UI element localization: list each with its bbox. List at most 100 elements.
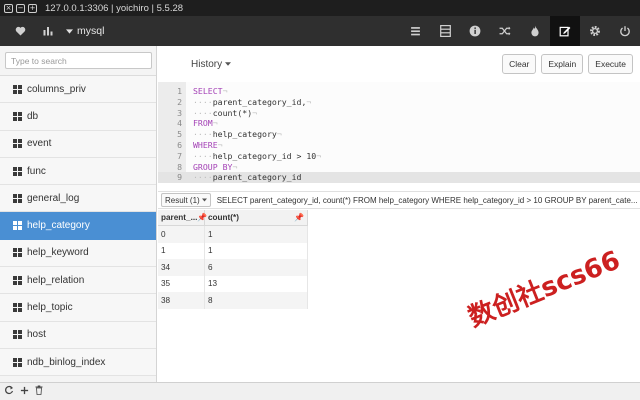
cell-parent-category-id[interactable]: 35 — [158, 275, 205, 292]
refresh-icon[interactable] — [4, 385, 14, 398]
column-header-label: parent_... — [161, 213, 198, 222]
execute-button[interactable]: Execute — [588, 54, 633, 74]
window-title: 127.0.0.1:3306 | yoichiro | 5.5.28 — [45, 2, 184, 14]
line-number: 7 — [177, 150, 182, 161]
edit-icon[interactable] — [550, 16, 580, 46]
cell-count[interactable]: 8 — [205, 292, 308, 309]
sidebar-item-ndb-binlog-index[interactable]: ndb_binlog_index — [0, 348, 156, 377]
pin-icon[interactable]: 📌 — [294, 213, 304, 222]
line-number: 3 — [177, 107, 182, 118]
column-header-count[interactable]: count(*) 📌 — [205, 210, 308, 225]
table-grid-icon — [13, 275, 22, 285]
app-window: × − + 127.0.0.1:3306 | yoichiro | 5.5.28… — [0, 0, 640, 400]
sidebar-item-help-topic[interactable]: help_topic — [0, 294, 156, 322]
table-search-input[interactable] — [5, 52, 152, 69]
cell-parent-category-id[interactable]: 34 — [158, 259, 205, 276]
fire-icon[interactable] — [520, 16, 550, 46]
bottom-bar — [0, 382, 640, 400]
sidebar-item-func[interactable]: func — [0, 157, 156, 186]
gear-icon[interactable] — [580, 16, 610, 46]
sql-expression: count(*) — [212, 107, 253, 118]
table-row[interactable]: 11 — [158, 242, 308, 259]
sidebar-item-label: help_keyword — [27, 247, 89, 259]
result-sql-text: SELECT parent_category_id, count(*) FROM… — [216, 195, 637, 205]
code-text: WHERE¬ — [193, 140, 223, 150]
cell-count[interactable]: 1 — [205, 242, 308, 259]
sidebar-item-label: ndb_binlog_index — [27, 356, 106, 368]
history-label: History — [191, 58, 223, 70]
sidebar-item-label: func — [27, 165, 46, 177]
database-list-icon[interactable] — [400, 16, 430, 46]
database-selector[interactable]: mysql — [66, 25, 104, 37]
sidebar-item-host[interactable]: host — [0, 321, 156, 349]
heart-icon[interactable] — [6, 16, 34, 46]
table-grid-icon — [13, 84, 22, 94]
table-grid-icon — [13, 303, 22, 313]
sidebar-item-help-keyword[interactable]: help_keyword — [0, 239, 156, 268]
cell-count[interactable]: 13 — [205, 275, 308, 292]
table-row[interactable]: 34 6 — [158, 259, 308, 276]
line-number: 9 — [177, 172, 182, 183]
close-window-button[interactable]: × — [4, 3, 13, 13]
line-number: 6 — [177, 140, 182, 150]
add-icon[interactable] — [20, 386, 29, 398]
code-text: FROM¬ — [193, 118, 218, 129]
table-row[interactable]: 38 8 — [158, 292, 308, 309]
sidebar-item-help-relation[interactable]: help_relation — [0, 267, 156, 295]
trash-icon[interactable] — [35, 385, 43, 398]
code-line: 7 ····help_category_id > 10¬ — [158, 151, 640, 162]
code-line: 9 ····parent_category_id — [158, 172, 640, 184]
minimize-window-button[interactable]: − — [16, 3, 25, 13]
result-selector[interactable]: Result (1) — [161, 193, 211, 207]
sql-expression: parent_category_id — [212, 172, 302, 183]
sidebar-item-db[interactable]: db — [0, 103, 156, 131]
clear-button[interactable]: Clear — [502, 54, 537, 74]
code-text: ····count(*)¬ — [193, 107, 258, 118]
sql-editor[interactable]: 1 SELECT¬ 2 ····parent_category_id,¬ 3 ····co… — [158, 82, 640, 184]
sidebar-item-help-category[interactable]: help_category — [0, 212, 156, 240]
cell-parent-category-id[interactable]: 0 — [158, 226, 205, 243]
sidebar-item-label: columns_priv — [27, 83, 86, 95]
sidebar-item-general-log[interactable]: general_log — [0, 185, 156, 213]
code-line: 1 SELECT¬ — [158, 86, 640, 97]
result-rows: 0 1 1 1 34 6 35 13 38 8 — [158, 226, 308, 309]
sidebar-item-event[interactable]: event — [0, 130, 156, 158]
table-grid-icon — [13, 166, 22, 176]
result-grid: parent_... 📌 count(*) 📌 0 1 1 1 34 6 35 13 38 8 — [158, 210, 308, 309]
line-number: 1 — [177, 86, 182, 96]
sidebar-item-label: db — [27, 110, 39, 122]
code-text: GROUP BY¬ — [193, 161, 238, 172]
explain-button[interactable]: Explain — [541, 54, 584, 74]
bar-chart-icon[interactable] — [34, 16, 62, 46]
code-text: ····parent_category_id,¬ — [193, 96, 312, 107]
cell-count[interactable]: 1 — [205, 226, 308, 243]
cell-parent-category-id[interactable]: 1 — [158, 242, 205, 259]
sql-expression: help_category_id > 10 — [212, 150, 317, 161]
sidebar-item-label: help_topic — [27, 302, 73, 314]
maximize-window-button[interactable]: + — [28, 3, 37, 13]
sql-keyword: WHERE — [193, 140, 218, 150]
sql-expression: help_category — [212, 129, 277, 140]
history-dropdown[interactable]: History — [191, 58, 232, 70]
power-icon[interactable] — [610, 16, 640, 46]
chevron-down-icon — [66, 28, 73, 34]
line-number: 8 — [177, 161, 182, 172]
table-grid-icon — [13, 193, 22, 203]
column-header-parent-category-id[interactable]: parent_... 📌 — [158, 210, 207, 225]
line-number: 5 — [177, 129, 182, 140]
table-row[interactable]: 01 — [158, 226, 308, 243]
result-header-row: parent_... 📌 count(*) 📌 — [158, 210, 308, 226]
code-text: ····parent_category_id — [193, 172, 302, 183]
sidebar-item-columns-priv[interactable]: columns_priv — [0, 76, 156, 104]
table-row[interactable]: 35 13 — [158, 275, 308, 292]
sql-keyword: FROM — [193, 118, 213, 129]
table-grid-icon — [13, 248, 22, 258]
cell-count[interactable]: 6 — [205, 259, 308, 276]
top-toolbar: mysql — [0, 16, 640, 46]
table-icon[interactable] — [430, 16, 460, 46]
shuffle-icon[interactable] — [490, 16, 520, 46]
code-line: 2 ····parent_category_id,¬ — [158, 97, 640, 108]
info-icon[interactable] — [460, 16, 490, 46]
cell-parent-category-id[interactable]: 38 — [158, 292, 205, 309]
table-grid-icon — [13, 221, 22, 231]
